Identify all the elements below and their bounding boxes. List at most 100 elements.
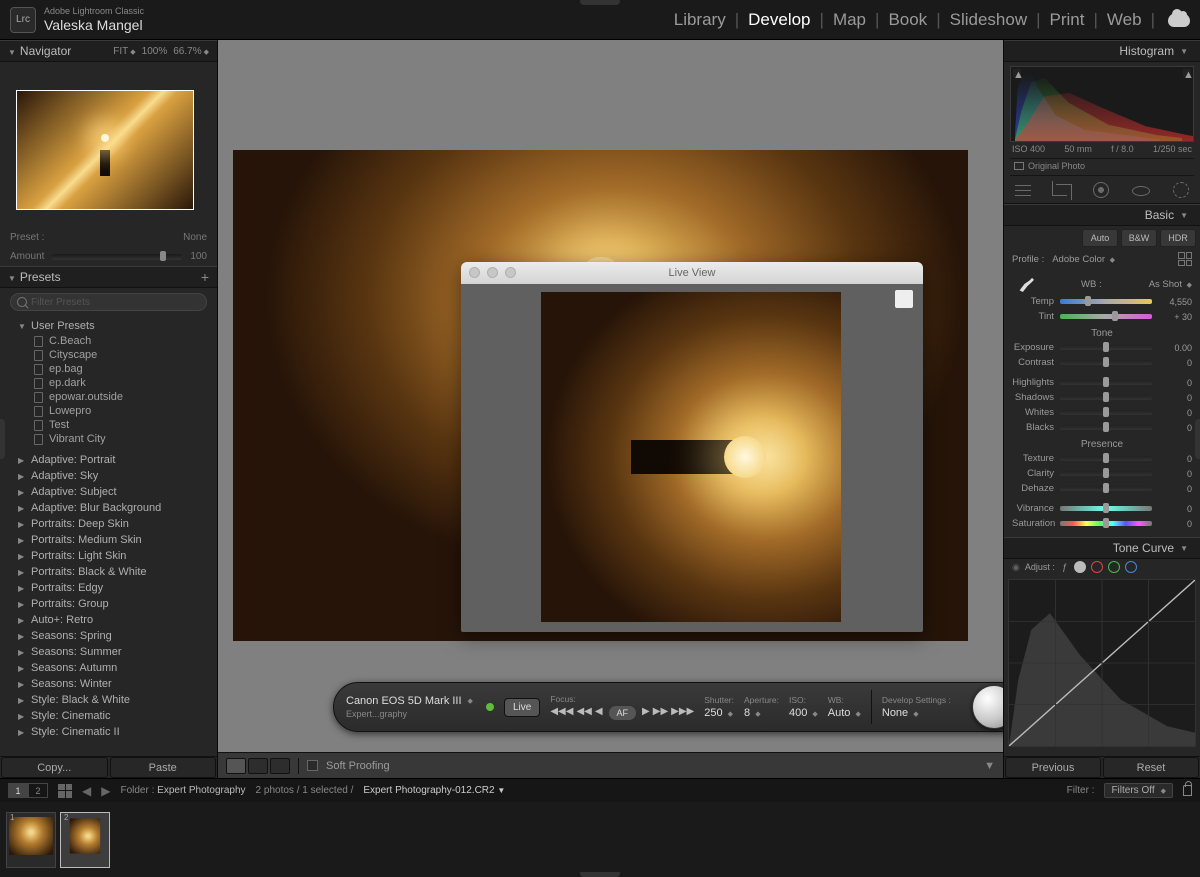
preset-group[interactable]: ▶Style: Black & White bbox=[0, 692, 217, 708]
whites-slider[interactable] bbox=[1060, 410, 1152, 415]
iso-dropdown[interactable]: 400 bbox=[789, 707, 807, 719]
preset-group[interactable]: ▶Portraits: Light Skin bbox=[0, 548, 217, 564]
window-minimize-icon[interactable] bbox=[487, 267, 498, 278]
preset-item[interactable]: Vibrant City bbox=[0, 432, 217, 446]
filmstrip-thumb-1[interactable]: 1 bbox=[6, 812, 56, 868]
heal-tool-icon[interactable] bbox=[1093, 182, 1109, 198]
left-panel-grip[interactable] bbox=[0, 419, 5, 459]
preset-group[interactable]: ▶Seasons: Spring bbox=[0, 628, 217, 644]
preset-group[interactable]: ▶Style: Cinematic II bbox=[0, 724, 217, 740]
preset-group[interactable]: ▶Style: Cinematic bbox=[0, 708, 217, 724]
preset-item[interactable]: Lowepro bbox=[0, 404, 217, 418]
auto-button[interactable]: Auto bbox=[1082, 229, 1118, 247]
navigator-preview[interactable] bbox=[16, 90, 194, 210]
shadow-clipping-icon[interactable]: ▲ bbox=[1013, 69, 1021, 77]
preset-group[interactable]: ▶Seasons: Autumn bbox=[0, 660, 217, 676]
preset-group[interactable]: ▶Portraits: Deep Skin bbox=[0, 516, 217, 532]
nav-back-icon[interactable]: ◀ bbox=[82, 784, 91, 798]
crop-tool-icon[interactable] bbox=[1056, 184, 1072, 200]
tone-curve-panel-header[interactable]: Tone Curve▼ bbox=[1004, 537, 1200, 559]
focus-far-3[interactable]: ◀◀◀ bbox=[550, 706, 573, 720]
focus-far-2[interactable]: ◀◀ bbox=[576, 706, 591, 720]
previous-button[interactable]: Previous bbox=[1005, 757, 1101, 778]
temp-slider[interactable] bbox=[1060, 299, 1152, 304]
cloud-sync-icon[interactable] bbox=[1168, 13, 1190, 27]
focus-near-2[interactable]: ▶▶ bbox=[653, 706, 668, 720]
preset-group[interactable]: ▶Portraits: Black & White bbox=[0, 564, 217, 580]
bottom-panel-grip[interactable] bbox=[580, 872, 620, 877]
preset-item[interactable]: C.Beach bbox=[0, 334, 217, 348]
filter-dropdown[interactable]: Filters Off◆ bbox=[1104, 783, 1173, 798]
preset-group[interactable]: ▶Adaptive: Subject bbox=[0, 484, 217, 500]
saturation-slider[interactable] bbox=[1060, 521, 1152, 526]
preset-item[interactable]: Cityscape bbox=[0, 348, 217, 362]
zoom-100[interactable]: 100% bbox=[142, 46, 168, 57]
preset-group[interactable]: ▶Portraits: Medium Skin bbox=[0, 532, 217, 548]
wb-dropdown[interactable]: Auto bbox=[828, 707, 851, 719]
preset-group[interactable]: ▶Portraits: Edgy bbox=[0, 580, 217, 596]
grid-view-icon[interactable] bbox=[58, 784, 72, 798]
preset-group[interactable]: ▶Portraits: Group bbox=[0, 596, 217, 612]
tone-curve-editor[interactable] bbox=[1008, 579, 1196, 747]
presets-panel-header[interactable]: ▼Presets + bbox=[0, 266, 217, 288]
preset-amount-slider[interactable] bbox=[52, 254, 182, 260]
zoom-custom[interactable]: 66.7%◆ bbox=[173, 46, 209, 57]
vibrance-slider[interactable] bbox=[1060, 506, 1152, 511]
window-close-icon[interactable] bbox=[469, 267, 480, 278]
zoom-fit[interactable]: FIT◆ bbox=[113, 46, 135, 57]
preset-group[interactable]: ▶Adaptive: Portrait bbox=[0, 452, 217, 468]
curve-channel-all[interactable] bbox=[1074, 561, 1086, 573]
module-web[interactable]: Web bbox=[1107, 10, 1142, 30]
filmstrip-thumb-2[interactable]: 2 bbox=[60, 812, 110, 868]
shadows-slider[interactable] bbox=[1060, 395, 1152, 400]
aperture-dropdown[interactable]: 8 bbox=[744, 707, 750, 719]
module-slideshow[interactable]: Slideshow bbox=[950, 10, 1028, 30]
tint-slider[interactable] bbox=[1060, 314, 1152, 319]
masking-tool-icon[interactable] bbox=[1173, 182, 1189, 198]
exposure-slider[interactable] bbox=[1060, 345, 1152, 350]
blacks-slider[interactable] bbox=[1060, 425, 1152, 430]
nav-forward-icon[interactable]: ▶ bbox=[101, 784, 110, 798]
live-view-button[interactable]: Live bbox=[504, 698, 540, 717]
module-develop[interactable]: Develop bbox=[748, 10, 810, 30]
autofocus-button[interactable]: AF bbox=[609, 706, 637, 720]
curve-channel-blue[interactable] bbox=[1125, 561, 1137, 573]
hdr-button[interactable]: HDR bbox=[1160, 229, 1196, 247]
dehaze-slider[interactable] bbox=[1060, 486, 1152, 491]
right-panel-grip[interactable] bbox=[1195, 419, 1200, 459]
preset-item[interactable]: ep.bag bbox=[0, 362, 217, 376]
module-print[interactable]: Print bbox=[1050, 10, 1085, 30]
texture-slider[interactable] bbox=[1060, 456, 1152, 461]
curve-channel-red[interactable] bbox=[1091, 561, 1103, 573]
preset-group[interactable]: ▶Adaptive: Sky bbox=[0, 468, 217, 484]
tether-camera-name[interactable]: Canon EOS 5D Mark III bbox=[346, 695, 462, 707]
redeye-tool-icon[interactable] bbox=[1132, 186, 1150, 196]
edit-tool-icon[interactable] bbox=[1015, 182, 1031, 198]
window-zoom-icon[interactable] bbox=[505, 267, 516, 278]
soft-proofing-checkbox[interactable] bbox=[307, 760, 318, 771]
contrast-slider[interactable] bbox=[1060, 360, 1152, 365]
wb-preset-dropdown[interactable]: As Shot ◆ bbox=[1149, 279, 1192, 290]
preset-group[interactable]: ▶Seasons: Winter bbox=[0, 676, 217, 692]
clarity-slider[interactable] bbox=[1060, 471, 1152, 476]
highlight-clipping-icon[interactable]: ▲ bbox=[1183, 69, 1191, 77]
profile-browser-icon[interactable] bbox=[1178, 252, 1192, 266]
histogram-display[interactable]: ▲ ▲ bbox=[1010, 66, 1194, 142]
curve-channel-green[interactable] bbox=[1108, 561, 1120, 573]
new-preset-icon[interactable]: + bbox=[201, 269, 209, 285]
focus-near-1[interactable]: ▶ bbox=[642, 706, 650, 720]
filter-lock-icon[interactable] bbox=[1183, 785, 1192, 796]
module-book[interactable]: Book bbox=[888, 10, 927, 30]
highlights-slider[interactable] bbox=[1060, 380, 1152, 385]
copy-button[interactable]: Copy... bbox=[1, 757, 108, 778]
focus-near-3[interactable]: ▶▶▶ bbox=[671, 706, 694, 720]
profile-dropdown[interactable]: Adobe Color ◆ bbox=[1044, 254, 1178, 265]
preset-group[interactable]: ▶Seasons: Summer bbox=[0, 644, 217, 660]
capture-shutter-button[interactable] bbox=[972, 685, 1003, 729]
histogram-panel-header[interactable]: Histogram▼ bbox=[1004, 40, 1200, 62]
toolbar-menu-icon[interactable]: ▼ bbox=[984, 760, 995, 772]
preset-group[interactable]: ▶Auto+: Retro bbox=[0, 612, 217, 628]
basic-panel-header[interactable]: Basic▼ bbox=[1004, 204, 1200, 226]
preset-group[interactable]: ▶Adaptive: Blur Background bbox=[0, 500, 217, 516]
wb-eyedropper-icon[interactable] bbox=[1018, 276, 1034, 292]
